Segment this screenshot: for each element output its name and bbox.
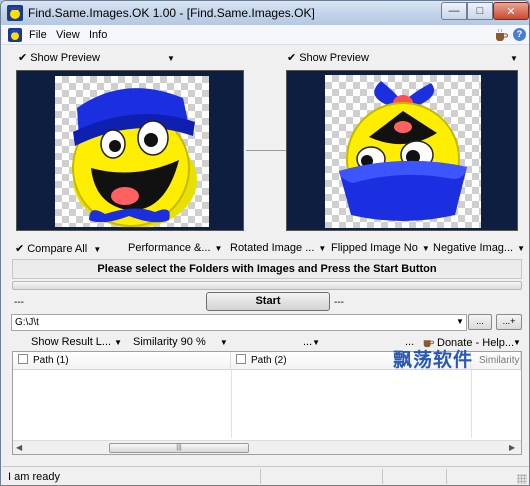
show-result-dropdown[interactable]: Show Result L... ▼ xyxy=(31,336,122,348)
minimize-button[interactable]: — xyxy=(441,2,467,20)
chevron-down-icon[interactable]: ▼ xyxy=(510,54,518,63)
flipped-image-dropdown[interactable]: Flipped Image No ▼ xyxy=(331,242,430,254)
left-preview-label: Show Preview xyxy=(30,52,100,64)
maximize-icon: □ xyxy=(476,5,484,17)
start-button[interactable]: Start xyxy=(206,292,330,311)
transparency-background xyxy=(325,75,481,228)
scroll-left-icon[interactable]: ◀ xyxy=(16,443,22,452)
progress-bar xyxy=(12,281,522,290)
show-result-label: Show Result L... xyxy=(31,336,112,348)
coffee-icon[interactable] xyxy=(494,28,508,42)
browse-folder-button[interactable]: ... xyxy=(468,314,492,330)
similarity-label: Similarity 90 % xyxy=(133,336,206,348)
close-icon: ✕ xyxy=(506,5,516,18)
resize-grip-icon[interactable] xyxy=(517,474,527,484)
select-all-checkbox[interactable] xyxy=(18,354,28,364)
performance-dropdown[interactable]: Performance &... ▼ xyxy=(128,242,222,254)
close-button[interactable]: ✕ xyxy=(493,2,529,20)
scroll-right-icon[interactable]: ▶ xyxy=(509,443,515,452)
chevron-down-icon: ▼ xyxy=(208,338,228,347)
minimize-icon: — xyxy=(448,5,460,17)
checkmark-icon: ✔ xyxy=(15,243,25,255)
app-icon xyxy=(7,5,23,21)
horizontal-scrollbar[interactable]: ◀ ||| ▶ xyxy=(13,440,521,454)
folder-path-combobox[interactable]: G:\J\t xyxy=(11,314,467,331)
menu-file[interactable]: File xyxy=(29,29,47,41)
select-all-checkbox[interactable] xyxy=(236,354,246,364)
left-image-preview xyxy=(16,70,244,231)
chevron-down-icon: ▼ xyxy=(421,244,430,253)
chevron-down-icon[interactable]: ▼ xyxy=(456,317,464,326)
start-row: --- Start --- xyxy=(1,292,529,312)
preview-divider xyxy=(246,150,286,151)
help-icon[interactable]: ? xyxy=(513,28,526,41)
compare-all-label: Compare All xyxy=(27,243,88,255)
rotated-image-dropdown[interactable]: Rotated Image ... ▼ xyxy=(230,242,326,254)
column-divider xyxy=(231,370,232,438)
rotated-image-label: Rotated Image ... xyxy=(230,242,315,254)
right-image-preview xyxy=(286,70,518,231)
app-menu-icon[interactable] xyxy=(8,28,22,42)
performance-label: Performance &... xyxy=(128,242,211,254)
watermark-text: 飘荡软件 xyxy=(393,349,474,371)
title-bar: Find.Same.Images.OK 1.00 - [Find.Same.Im… xyxy=(1,1,529,25)
window-title: Find.Same.Images.OK 1.00 - [Find.Same.Im… xyxy=(28,6,315,20)
smiley-image-left xyxy=(72,88,197,228)
chevron-down-icon[interactable]: ▼ xyxy=(513,338,521,347)
status-text: I am ready xyxy=(8,471,60,483)
flipped-image-label: Flipped Image No xyxy=(331,242,418,254)
chevron-down-icon: ▼ xyxy=(318,244,327,253)
smiley-image-right xyxy=(339,81,467,221)
status-separator xyxy=(260,469,261,484)
extra-dropdown-1[interactable]: ...▼ xyxy=(303,336,320,348)
column-label: Path (2) xyxy=(251,355,287,366)
right-preview-toggle[interactable]: ✔ Show Preview xyxy=(287,51,369,64)
status-bar: I am ready xyxy=(2,466,529,485)
similarity-dropdown[interactable]: Similarity 90 % ▼ xyxy=(133,336,228,348)
maximize-button[interactable]: □ xyxy=(467,2,493,20)
menu-bar: File View Info ? xyxy=(2,25,529,45)
column-divider xyxy=(471,370,472,438)
compare-all-dropdown[interactable]: ✔ Compare All ▼ xyxy=(15,242,101,255)
column-header-path1[interactable]: Path (1) xyxy=(13,352,231,370)
column-label: Path (1) xyxy=(33,355,69,366)
chevron-down-icon: ▼ xyxy=(114,338,123,347)
path-row: G:\J\t ▼ ... ...+ xyxy=(1,314,529,332)
extra-dropdown-label: ... xyxy=(303,336,313,348)
right-status-dashes: --- xyxy=(334,297,344,308)
chevron-down-icon: ▼ xyxy=(214,244,223,253)
chevron-down-icon: ▼ xyxy=(91,245,102,254)
negative-image-dropdown[interactable]: Negative Imag... ▼ xyxy=(433,242,525,254)
menu-view[interactable]: View xyxy=(56,29,80,41)
right-preview-label: Show Preview xyxy=(299,52,369,64)
chevron-down-icon: ▼ xyxy=(312,338,321,347)
chevron-down-icon: ▼ xyxy=(517,244,526,253)
left-status-dashes: --- xyxy=(14,297,24,308)
add-folder-button[interactable]: ...+ xyxy=(496,314,522,330)
app-window: Find.Same.Images.OK 1.00 - [Find.Same.Im… xyxy=(0,0,530,486)
options-row: ✔ Compare All ▼ Performance &... ▼ Rotated… xyxy=(1,239,529,257)
status-separator xyxy=(446,469,447,484)
scrollbar-thumb[interactable]: ||| xyxy=(109,443,249,453)
instruction-message: Please select the Folders with Images an… xyxy=(12,259,522,279)
column-header-similarity[interactable]: Similarity xyxy=(471,352,521,370)
checkmark-icon: ✔ xyxy=(18,52,28,64)
negative-image-label: Negative Imag... xyxy=(433,242,514,254)
status-separator xyxy=(382,469,383,484)
chevron-down-icon[interactable]: ▼ xyxy=(167,54,175,63)
menu-info[interactable]: Info xyxy=(89,29,107,41)
checkmark-icon: ✔ xyxy=(287,52,297,64)
transparency-background xyxy=(55,76,209,228)
left-preview-toggle[interactable]: ✔ Show Preview xyxy=(18,51,100,64)
